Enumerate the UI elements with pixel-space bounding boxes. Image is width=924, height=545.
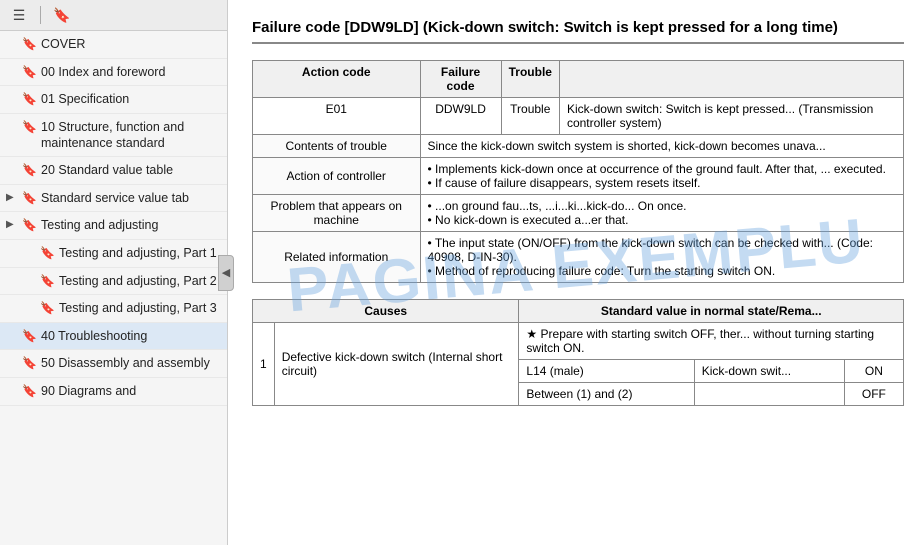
info-row-label-2: Problem that appears on machine <box>253 195 421 232</box>
sidebar-item-label-service: Standard service value tab <box>41 190 219 206</box>
sidebar-item-label-testing3: Testing and adjusting, Part 2 <box>59 273 219 289</box>
sidebar-item-label-spec: 01 Specification <box>41 91 219 107</box>
sub-connector-0: L14 (male) <box>519 360 694 383</box>
sidebar-item-label-cover: COVER <box>41 36 219 52</box>
bookmark-icon-structure: 🔖 <box>22 120 36 136</box>
bookmark-icon-disassembly: 🔖 <box>22 356 36 372</box>
info-row-1: Action of controller• Implements kick-do… <box>253 158 904 195</box>
chevron-icon-testing1: ▶ <box>6 218 20 231</box>
bookmark-icon-index: 🔖 <box>22 65 36 81</box>
bookmark-icon-spec: 🔖 <box>22 92 36 108</box>
sidebar-item-label-testing4: Testing and adjusting, Part 3 <box>59 300 219 316</box>
sidebar-item-diagrams[interactable]: 🔖 90 Diagrams and <box>0 378 227 406</box>
cause-num: 1 <box>253 323 275 406</box>
sub-condition-0: ON <box>844 360 903 383</box>
col-failure-code: Failure code <box>420 61 501 98</box>
sidebar-item-label-structure: 10 Structure, function and maintenance s… <box>41 119 219 152</box>
info-table: Action code Failure code Trouble E01 DDW… <box>252 60 904 283</box>
col-trouble-desc-header <box>559 61 903 98</box>
chevron-icon-service: ▶ <box>6 191 20 204</box>
sidebar-item-cover[interactable]: 🔖 COVER <box>0 31 227 59</box>
bookmark-icon-testing4: 🔖 <box>40 301 54 317</box>
bookmark-icon-testing1: 🔖 <box>22 218 36 234</box>
sidebar-item-label-standard: 20 Standard value table <box>41 162 219 178</box>
sidebar-item-testing1[interactable]: ▶🔖 Testing and adjusting <box>0 212 227 240</box>
bookmark-icon-diagrams: 🔖 <box>22 384 36 400</box>
info-row-content-3: • The input state (ON/OFF) from the kick… <box>420 232 904 283</box>
info-row-content-2: • ...on ground fau...ts, ...i...ki...kic… <box>420 195 904 232</box>
sub-connector-1: Between (1) and (2) <box>519 383 694 406</box>
info-rows-body: Contents of troubleSince the kick-down s… <box>253 135 904 283</box>
sidebar: ☰ 🔖 🔖 COVER 🔖 00 Index and foreword 🔖 01 Spec… <box>0 0 228 545</box>
sidebar-item-testing4[interactable]: 🔖 Testing and adjusting, Part 3 <box>0 295 227 323</box>
bookmark-icon-standard: 🔖 <box>22 163 36 179</box>
main-content: PAGINA EXEMPLU Failure code [DDW9LD] (Ki… <box>228 0 924 545</box>
std-col-header: Standard value in normal state/Rema... <box>519 300 904 323</box>
toolbar-separator <box>40 6 41 24</box>
causes-col-header: Causes <box>253 300 519 323</box>
trouble-label-cell: Trouble <box>501 98 559 135</box>
bookmark-icon-testing2: 🔖 <box>40 246 54 262</box>
cause-desc: Defective kick-down switch (Internal sho… <box>274 323 519 406</box>
menu-icon[interactable]: ☰ <box>8 4 30 26</box>
bookmark-icon-testing3: 🔖 <box>40 274 54 290</box>
sidebar-item-spec[interactable]: 🔖 01 Specification <box>0 86 227 114</box>
bookmark-toolbar-icon[interactable]: 🔖 <box>51 4 73 26</box>
causes-table: Causes Standard value in normal state/Re… <box>252 299 904 406</box>
bookmark-icon-service: 🔖 <box>22 191 36 207</box>
info-row-3: Related information• The input state (ON… <box>253 232 904 283</box>
sidebar-item-testing3[interactable]: 🔖 Testing and adjusting, Part 2 <box>0 268 227 296</box>
sidebar-item-trouble[interactable]: 🔖 40 Troubleshooting <box>0 323 227 351</box>
col-trouble: Trouble <box>501 61 559 98</box>
sidebar-item-disassembly[interactable]: 🔖 50 Disassembly and assembly <box>0 350 227 378</box>
sub-measure-0: Kick-down swit... <box>694 360 844 383</box>
page-title: Failure code [DDW9LD] (Kick-down switch:… <box>252 18 904 44</box>
cause-row-1: 1Defective kick-down switch (Internal sh… <box>253 323 904 360</box>
info-row-0: Contents of troubleSince the kick-down s… <box>253 135 904 158</box>
info-row-label-3: Related information <box>253 232 421 283</box>
info-row-content-1: • Implements kick-down once at occurrenc… <box>420 158 904 195</box>
action-code-value: E01 <box>253 98 421 135</box>
causes-rows-body: 1Defective kick-down switch (Internal sh… <box>253 323 904 406</box>
sub-measure-1 <box>694 383 844 406</box>
bookmark-icon-cover: 🔖 <box>22 37 36 53</box>
sidebar-item-label-disassembly: 50 Disassembly and assembly <box>41 355 219 371</box>
sidebar-item-testing2[interactable]: 🔖 Testing and adjusting, Part 1 <box>0 240 227 268</box>
sidebar-item-service[interactable]: ▶🔖 Standard service value tab <box>0 185 227 213</box>
col-action-code: Action code <box>253 61 421 98</box>
info-row-2: Problem that appears on machine• ...on g… <box>253 195 904 232</box>
bookmark-icon-trouble: 🔖 <box>22 329 36 345</box>
sidebar-item-index[interactable]: 🔖 00 Index and foreword <box>0 59 227 87</box>
sidebar-item-label-testing2: Testing and adjusting, Part 1 <box>59 245 219 261</box>
sidebar-item-label-index: 00 Index and foreword <box>41 64 219 80</box>
sidebar-collapse-button[interactable]: ◀ <box>218 255 234 291</box>
info-row-label-0: Contents of trouble <box>253 135 421 158</box>
cause-std-note: ★ Prepare with starting switch OFF, ther… <box>519 323 904 360</box>
sidebar-item-label-diagrams: 90 Diagrams and <box>41 383 219 399</box>
info-row-label-1: Action of controller <box>253 158 421 195</box>
sidebar-item-structure[interactable]: 🔖 10 Structure, function and maintenance … <box>0 114 227 158</box>
sidebar-items-container: 🔖 COVER 🔖 00 Index and foreword 🔖 01 Specific… <box>0 31 227 406</box>
failure-code-value: DDW9LD <box>420 98 501 135</box>
trouble-desc-cell: Kick-down switch: Switch is kept pressed… <box>559 98 903 135</box>
sidebar-item-label-trouble: 40 Troubleshooting <box>41 328 219 344</box>
sidebar-item-label-testing1: Testing and adjusting <box>41 217 219 233</box>
sidebar-item-standard[interactable]: 🔖 20 Standard value table <box>0 157 227 185</box>
info-row-content-0: Since the kick-down switch system is sho… <box>420 135 904 158</box>
sidebar-toolbar: ☰ 🔖 <box>0 0 227 31</box>
sub-condition-1: OFF <box>844 383 903 406</box>
